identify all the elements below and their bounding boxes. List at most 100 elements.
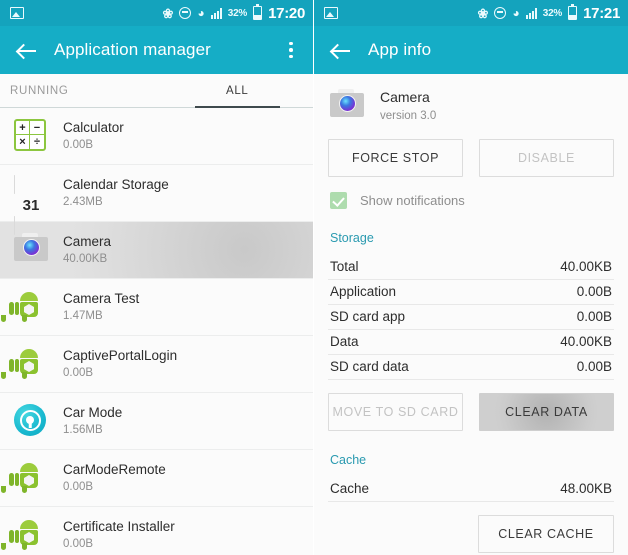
back-arrow-icon[interactable] (328, 37, 354, 63)
android-robot-icon (1, 347, 48, 381)
do-not-disturb-icon (494, 7, 507, 19)
calendar-day-number: 31 (22, 197, 40, 214)
status-bar-left: ❀ ◕ 32% 17:20 (0, 0, 313, 26)
list-item[interactable]: CaptivePortalLogin 0.00B (0, 336, 313, 393)
storage-label: Data (330, 334, 359, 350)
force-stop-button[interactable]: FORCE STOP (328, 138, 463, 177)
app-info-content: Camera version 3.0 FORCE STOP DISABLE Sh… (314, 74, 628, 555)
list-item-text: Car Mode 1.56MB (63, 404, 122, 439)
list-item-text: CarModeRemote 0.00B (63, 461, 166, 496)
signal-bars-icon (210, 7, 222, 19)
cache-section-title: Cache (330, 452, 367, 467)
app-name: Calculator (63, 119, 124, 135)
list-item[interactable]: Car Mode 1.56MB (0, 393, 313, 450)
calendar-icon: 31 (14, 175, 48, 235)
storage-value: 0.00B (576, 284, 612, 300)
list-item[interactable]: CarModeRemote 0.00B (0, 450, 313, 507)
app-version: version 3.0 (380, 109, 437, 122)
battery-percent-label: 32% (227, 7, 248, 19)
cache-label: Cache (330, 481, 370, 497)
calculator-key-divide: ÷ (33, 136, 41, 148)
show-notifications-checkbox[interactable] (330, 191, 347, 209)
storage-value: 0.00B (576, 309, 612, 325)
app-size: 2.43MB (63, 195, 103, 208)
app-info-screen: ❀ ◕ 32% 17:21 App info Camera version 3.… (314, 0, 628, 555)
app-size: 0.00B (63, 366, 94, 379)
calculator-icon: + − × ÷ (14, 119, 48, 153)
status-bar-left-icons (10, 7, 163, 19)
tab-all[interactable]: ALL (162, 74, 314, 108)
disable-button: DISABLE (479, 138, 614, 177)
list-item-text: Calculator 0.00B (63, 119, 124, 154)
app-name: Certificate Installer (63, 518, 175, 534)
list-item[interactable]: Certificate Installer 0.00B (0, 507, 313, 555)
table-row: SD card data 0.00B (328, 355, 614, 380)
android-robot-icon (1, 461, 48, 495)
app-bar-left: Application manager (0, 26, 313, 74)
overflow-menu-icon[interactable] (279, 35, 303, 65)
application-manager-screen: ❀ ◕ 32% 17:20 Application manager RUNNIN… (0, 0, 314, 555)
list-item-text: Calendar Storage 2.43MB (63, 176, 169, 211)
app-size: 1.56MB (63, 423, 103, 436)
status-bar-clock: 17:21 (583, 4, 620, 22)
list-item-camera-selected[interactable]: Camera 40.00KB (0, 222, 313, 279)
app-name: Camera (380, 89, 430, 105)
app-size: 0.00B (63, 537, 94, 550)
storage-value: 40.00KB (560, 334, 612, 350)
storage-label: SD card app (330, 309, 406, 325)
do-not-disturb-icon (179, 7, 192, 19)
app-name: Camera (63, 233, 112, 249)
dual-screenshot-container: ❀ ◕ 32% 17:20 Application manager RUNNIN… (0, 0, 628, 555)
storage-label: Total (330, 259, 359, 275)
back-arrow-icon[interactable] (14, 37, 40, 63)
battery-icon (568, 4, 578, 20)
storage-section-title: Storage (330, 230, 374, 245)
clear-cache-button[interactable]: CLEAR CACHE (478, 514, 614, 553)
app-summary-text: Camera version 3.0 (380, 88, 436, 125)
cache-value: 48.00KB (560, 481, 612, 497)
calculator-key-plus: + (16, 121, 30, 135)
bluetooth-icon: ❀ (477, 5, 489, 21)
show-notifications-row[interactable]: Show notifications (328, 191, 614, 209)
steering-wheel-icon (14, 404, 48, 438)
app-name: Camera Test (63, 290, 140, 306)
signal-bars-icon (525, 7, 537, 19)
android-robot-icon (1, 518, 48, 552)
app-name: Car Mode (63, 404, 123, 420)
app-name: CaptivePortalLogin (63, 347, 178, 363)
app-size: 0.00B (63, 138, 94, 151)
list-item[interactable]: + − × ÷ Calculator 0.00B (0, 108, 313, 165)
wifi-icon: ◕ (197, 6, 205, 20)
storage-value: 40.00KB (560, 259, 612, 275)
android-robot-icon (1, 290, 48, 324)
list-item[interactable]: Camera Test 1.47MB (0, 279, 313, 336)
wifi-icon: ◕ (512, 6, 520, 20)
bluetooth-icon: ❀ (162, 5, 174, 21)
list-item[interactable]: 31 Calendar Storage 2.43MB (0, 165, 313, 235)
clear-data-button[interactable]: CLEAR DATA (479, 392, 614, 431)
storage-label: SD card data (330, 359, 409, 375)
storage-value: 0.00B (576, 359, 612, 375)
application-list[interactable]: + − × ÷ Calculator 0.00B 31 Calendar Sto… (0, 108, 313, 555)
table-row: SD card app 0.00B (328, 305, 614, 330)
tab-running[interactable]: RUNNING (0, 74, 162, 107)
tab-bar: RUNNING ALL (0, 74, 313, 108)
status-bar-right: ❀ ◕ 32% 17:21 (314, 0, 628, 26)
app-name: Calendar Storage (63, 176, 169, 192)
calculator-key-times: × (16, 135, 30, 149)
app-name: CarModeRemote (63, 461, 166, 477)
page-title: Application manager (54, 40, 211, 59)
move-to-sd-card-button: MOVE TO SD CARD (328, 392, 463, 431)
calculator-key-minus: − (30, 121, 44, 135)
cache-value-list: Cache 48.00KB (328, 477, 614, 502)
app-action-buttons: FORCE STOP DISABLE (328, 138, 614, 177)
table-row: Cache 48.00KB (328, 477, 614, 502)
camera-icon (14, 233, 48, 267)
list-item-text: Camera Test 1.47MB (63, 290, 139, 325)
app-bar-right: App info (314, 26, 628, 74)
app-size: 1.47MB (63, 309, 103, 322)
table-row: Data 40.00KB (328, 330, 614, 355)
list-item-text: CaptivePortalLogin 0.00B (63, 347, 177, 382)
cache-action-buttons: CLEAR CACHE (328, 514, 614, 553)
storage-label: Application (330, 284, 397, 300)
